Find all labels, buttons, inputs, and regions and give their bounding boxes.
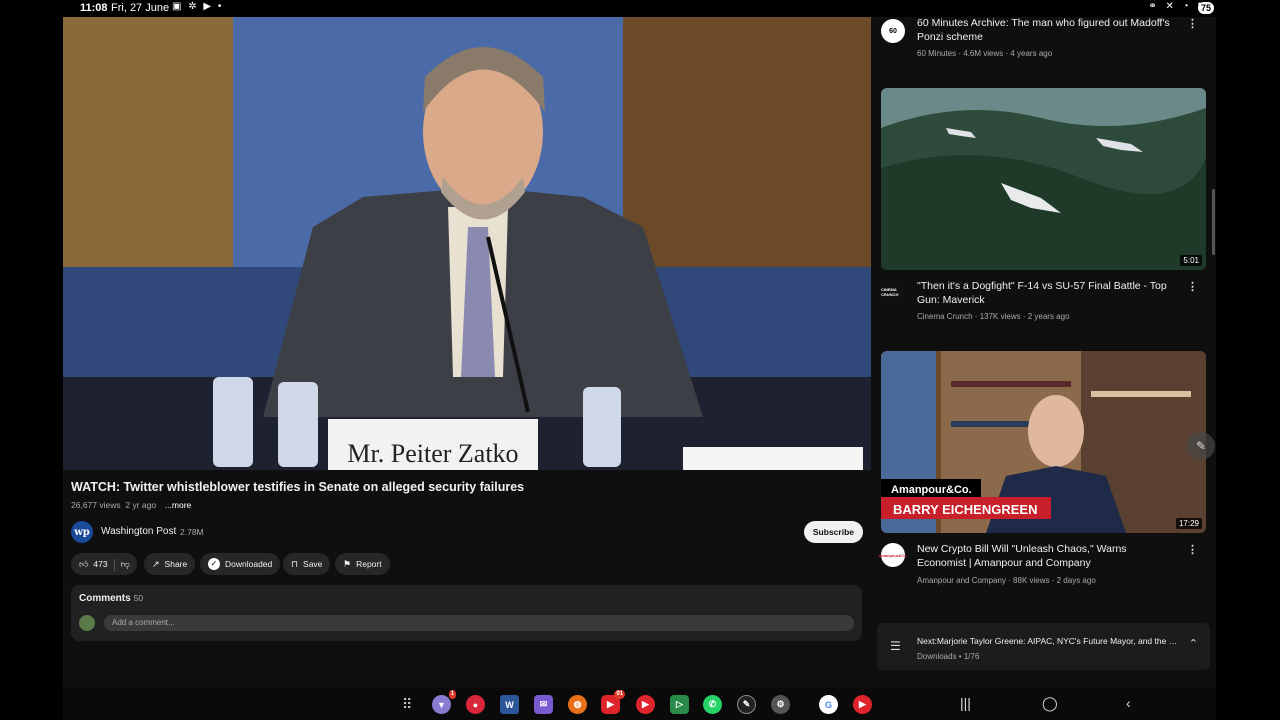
- video-frame: Mr. Peiter Zatko: [63, 17, 871, 470]
- video-title: WATCH: Twitter whistleblower testifies i…: [71, 480, 525, 494]
- word-app-icon[interactable]: W: [500, 695, 519, 714]
- subscriber-count: 2.78M: [180, 527, 204, 537]
- date: Fri, 27 June: [111, 2, 170, 14]
- thumbs-up-icon: 👍︎: [79, 559, 89, 569]
- next-up-subtitle: Downloads • 1/76: [917, 652, 980, 661]
- contacts-app-icon[interactable]: ●: [466, 695, 485, 714]
- related-column: 60 60 Minutes Archive: The man who figur…: [871, 17, 1216, 687]
- more-vert-icon[interactable]: ⋮: [1187, 17, 1198, 30]
- channel-avatar[interactable]: Amanpour&Co.: [878, 543, 908, 567]
- recents-icon[interactable]: |||: [960, 695, 971, 711]
- comments-label: Comments: [79, 593, 131, 604]
- related-title[interactable]: 60 Minutes Archive: The man who figured …: [917, 17, 1177, 44]
- home-icon[interactable]: ◯: [1042, 695, 1058, 712]
- settings-app-icon[interactable]: ⚙: [771, 695, 790, 714]
- like-dislike-button[interactable]: 👍︎ 473 👎︎: [71, 553, 137, 575]
- comments-panel[interactable]: Comments 50 Add a comment...: [71, 585, 862, 641]
- notes-app-icon[interactable]: ✎: [737, 695, 756, 714]
- related-meta: 60 Minutes · 4.6M views · 4 years ago: [917, 49, 1053, 58]
- notification-icons: ▣ ✲ ▶ •: [172, 1, 224, 12]
- duration-badge: 17:29: [1175, 518, 1202, 529]
- check-circle-icon: ✓: [208, 557, 220, 570]
- like-count: 473: [93, 559, 108, 569]
- video-player[interactable]: Mr. Peiter Zatko: [63, 17, 871, 470]
- related-title[interactable]: "Then it's a Dogfight" F-14 vs SU-57 Fin…: [917, 280, 1177, 307]
- more-vert-icon[interactable]: ⋮: [1187, 280, 1198, 293]
- related-item[interactable]: 5:01 CINEMA CRUNCH "Then it's a Dogfight…: [881, 88, 1206, 328]
- related-item[interactable]: Amanpour&Co. BARRY EICHENGREEN 17:29 Ama…: [878, 351, 1206, 591]
- related-item[interactable]: 60 60 Minutes Archive: The man who figur…: [881, 17, 1206, 77]
- nameplate-text: Mr. Peiter Zatko: [347, 439, 518, 468]
- battery-icon: 75: [1197, 2, 1214, 14]
- watch-pane: Mr. Peiter Zatko WATCH: Twitter whistleb…: [63, 17, 871, 687]
- youtube-music-app-icon[interactable]: ▶: [636, 695, 655, 714]
- whatsapp-app-icon[interactable]: ✆: [703, 695, 722, 714]
- google-app-icon[interactable]: G: [819, 695, 838, 714]
- channel-avatar[interactable]: wp: [71, 521, 93, 543]
- view-count: 26,677 views: [71, 500, 121, 510]
- next-up-bar[interactable]: ☰ Next:Marjorie Taylor Greene: AIPAC, NY…: [877, 623, 1210, 670]
- subscribe-button[interactable]: Subscribe: [803, 521, 863, 543]
- notification-badge: 1: [448, 690, 456, 699]
- downloaded-label: Downloaded: [225, 559, 273, 569]
- back-icon[interactable]: ‹: [1126, 695, 1131, 711]
- related-meta: Cinema Crunch · 137K views · 2 years ago: [917, 312, 1070, 321]
- downloaded-button[interactable]: ✓ Downloaded: [200, 553, 281, 575]
- video-meta: 26,677 views 2 yr ago ...more: [71, 500, 191, 510]
- report-button[interactable]: ⚑ Report: [335, 553, 390, 575]
- related-title[interactable]: New Crypto Bill Will "Unleash Chaos," Wa…: [917, 543, 1177, 570]
- next-up-title: Next:Marjorie Taylor Greene: AIPAC, NYC'…: [917, 636, 1179, 646]
- status-bar: 11:08 Fri, 27 June ▣ ✲ ▶ • ⚭ ✕ ◔ ▮ 75: [0, 0, 1280, 17]
- more-link[interactable]: ...more: [165, 500, 191, 510]
- thumbs-down-icon[interactable]: 👎︎: [121, 559, 130, 569]
- thumb-brand: Amanpour&Co.: [891, 484, 972, 496]
- app-drawer-icon[interactable]: ⠿: [402, 696, 412, 713]
- related-meta: Amanpour and Company · 88K views · 2 day…: [917, 576, 1096, 585]
- notification-badge: 91: [614, 690, 625, 699]
- share-label: Share: [164, 559, 188, 569]
- share-button[interactable]: ↗ Share: [144, 553, 196, 575]
- interview-thumbnail-art: Amanpour&Co. BARRY EICHENGREEN: [881, 351, 1206, 533]
- firefox-app-icon[interactable]: ◍: [568, 695, 587, 714]
- save-button[interactable]: ⊓ Save: [283, 553, 331, 575]
- channel-avatar[interactable]: CINEMA CRUNCH: [881, 280, 905, 304]
- share-icon: ↗: [152, 559, 160, 569]
- more-vert-icon[interactable]: ⋮: [1187, 543, 1198, 556]
- upload-age: 2 yr ago: [125, 500, 157, 510]
- mail-app-icon[interactable]: ✉: [534, 695, 553, 714]
- bookmark-icon: ⊓: [291, 559, 299, 569]
- comments-count: 50: [133, 593, 144, 603]
- taskbar: ⠿ ▼ 1 ● W ✉ ◍ ▶ 91 ▶ ▷ ✆ ✎ ⚙ G ▶ ||| ◯ ‹: [63, 687, 1216, 720]
- pencil-icon[interactable]: ✎: [1187, 432, 1215, 460]
- channel-row: wp Washington Post 2.78M Subscribe: [71, 520, 863, 544]
- thumb-banner: BARRY EICHENGREEN: [893, 502, 1037, 517]
- vpn-app-icon[interactable]: ▼ 1: [432, 690, 456, 714]
- chevron-up-icon[interactable]: ⌃: [1189, 637, 1198, 650]
- clock: 11:08: [80, 2, 108, 14]
- duration-badge: 5:01: [1180, 255, 1202, 266]
- play-store-app-icon[interactable]: ▷: [670, 695, 689, 714]
- flag-icon: ⚑: [343, 559, 352, 569]
- video-thumbnail[interactable]: Amanpour&Co. BARRY EICHENGREEN 17:29: [881, 351, 1206, 533]
- video-thumbnail[interactable]: 5:01: [881, 88, 1206, 270]
- queue-icon: ☰: [890, 639, 901, 653]
- save-label: Save: [303, 559, 323, 569]
- comments-heading: Comments 50: [79, 593, 143, 604]
- channel-name[interactable]: Washington Post: [101, 526, 176, 537]
- comment-input[interactable]: Add a comment...: [104, 615, 854, 631]
- report-label: Report: [356, 559, 382, 569]
- youtube-app-icon[interactable]: ▶ 91: [601, 690, 625, 714]
- user-avatar: [79, 615, 95, 631]
- jet-thumbnail-art: [881, 88, 1206, 270]
- youtube-alt-app-icon[interactable]: ▶: [853, 695, 872, 714]
- scrollbar[interactable]: [1212, 189, 1215, 255]
- channel-avatar[interactable]: 60: [881, 19, 905, 43]
